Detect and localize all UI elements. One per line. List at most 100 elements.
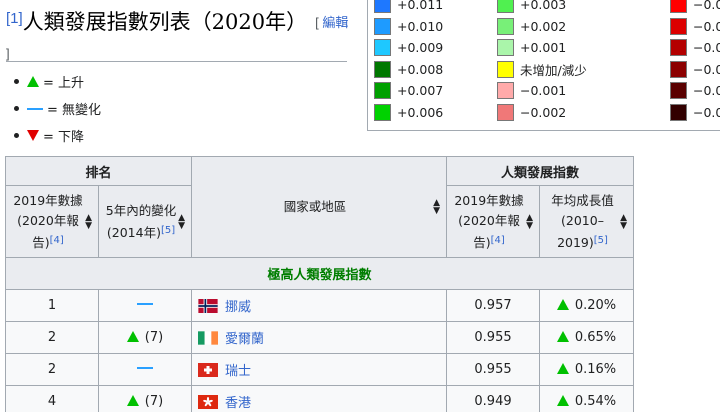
- country-cell: 香港: [191, 385, 447, 412]
- color-key-item: +0.006: [374, 102, 443, 124]
- growth-value: 0.16%: [574, 362, 617, 377]
- hdi-2019-header-label: 2019年數據(2020年報告): [454, 192, 524, 250]
- hdi-value-cell: 0.949: [446, 385, 540, 412]
- color-key-column-1: +0.011 +0.010 +0.009 +0.008 +0.007 +0.006: [374, 0, 443, 123]
- hdi-table: 排名 國家或地區 ▲ ▼ 人類發展指數 2019年數據(2020年報告)[4] ▲…: [5, 156, 634, 412]
- country-link[interactable]: 香港: [225, 396, 251, 411]
- color-swatch: [497, 103, 514, 121]
- color-key-label: −0.0: [693, 104, 720, 120]
- norway-flag-icon: [198, 299, 218, 313]
- country-cell: 瑞士: [191, 353, 447, 386]
- up-triangle-icon: [126, 331, 139, 342]
- dash-icon: [137, 303, 153, 305]
- growth-cell: 0.65%: [539, 321, 634, 354]
- page: [1]人類發展指數列表（2020年）[ 編輯 ] = 上升 = 無變化 = 下降…: [0, 0, 720, 412]
- rank-cell: 1: [5, 289, 99, 322]
- table-row: 2 瑞士 0.955 0.16%: [5, 353, 634, 386]
- color-key-item: −0.0: [670, 80, 720, 102]
- rank-2019-header-label: 2019年數據(2020年報告): [13, 192, 83, 250]
- sort-icon: ▲ ▼: [620, 212, 627, 231]
- heading-reference-link[interactable]: [1]: [6, 10, 23, 27]
- color-swatch: [670, 0, 687, 14]
- growth-cell: 0.54%: [539, 385, 634, 412]
- ref-link[interactable]: [5]: [161, 225, 175, 236]
- color-key-item: +0.003: [497, 0, 587, 16]
- legend-label: = 上升: [43, 76, 85, 91]
- rank-cell: 2: [5, 321, 99, 354]
- color-swatch: [497, 82, 514, 100]
- color-swatch: [497, 39, 514, 57]
- bullet: [14, 79, 19, 84]
- color-key-item: −0.0: [670, 0, 720, 16]
- rank-change-cell: (7): [98, 385, 192, 412]
- legend-label: = 下降: [43, 130, 85, 145]
- color-key-label: −0.0: [693, 0, 720, 13]
- legend-item-down: = 下降: [14, 122, 101, 149]
- growth-header[interactable]: 年均成長值(2010–2019)[5] ▲ ▼: [539, 185, 634, 258]
- ireland-flag-icon: [198, 331, 218, 345]
- color-key-item: −0.0: [670, 16, 720, 38]
- category-row: 極高人類發展指數: [5, 257, 634, 290]
- color-swatch: [374, 82, 391, 100]
- country-header[interactable]: 國家或地區 ▲ ▼: [191, 156, 447, 258]
- rank-2019-header[interactable]: 2019年數據(2020年報告)[4] ▲ ▼: [5, 185, 99, 258]
- color-key-item: +0.010: [374, 16, 443, 38]
- color-key-label: +0.003: [520, 0, 567, 13]
- color-key-label: +0.001: [520, 40, 567, 56]
- up-triangle-icon: [556, 395, 569, 406]
- color-swatch: [670, 82, 687, 100]
- growth-value: 0.20%: [574, 298, 617, 313]
- rank-change-cell: (7): [98, 321, 192, 354]
- section-title: 人類發展指數列表（2020年）: [22, 10, 308, 34]
- change-legend: = 上升 = 無變化 = 下降: [14, 68, 101, 149]
- ref-link[interactable]: [4]: [50, 235, 64, 246]
- country-link[interactable]: 瑞士: [225, 364, 251, 379]
- color-key-column-2: +0.003 +0.002 +0.001 未增加/減少 −0.001 −0.002: [497, 0, 587, 123]
- rank-cell: 2: [5, 353, 99, 386]
- rank-change-header[interactable]: 5年內的變化(2014年)[5] ▲ ▼: [98, 185, 192, 258]
- color-swatch: [670, 60, 687, 78]
- table-row: 2 (7) 愛爾蘭 0.955 0.65%: [5, 321, 634, 354]
- color-key-label: −0.002: [520, 104, 567, 120]
- country-header-label: 國家或地區: [283, 199, 347, 214]
- color-key-label: −0.0: [693, 18, 720, 34]
- hdi-value-cell: 0.957: [446, 289, 540, 322]
- color-swatch: [670, 39, 687, 57]
- edit-bracket-close: ]: [6, 46, 10, 61]
- ref-link[interactable]: [5]: [594, 235, 608, 246]
- color-key-label: +0.011: [397, 0, 444, 13]
- country-cell: 愛爾蘭: [191, 321, 447, 354]
- up-triangle-icon: [556, 299, 569, 310]
- color-key-item: −0.001: [497, 80, 587, 102]
- rank-group-header: 排名: [5, 156, 192, 186]
- color-swatch: [497, 17, 514, 35]
- color-key-label: +0.007: [397, 83, 444, 99]
- color-key-box: +0.011 +0.010 +0.009 +0.008 +0.007 +0.006 +0.…: [367, 0, 720, 131]
- color-key-item: −0.0: [670, 59, 720, 81]
- edit-link[interactable]: 編輯: [322, 15, 348, 30]
- hdi-2019-header[interactable]: 2019年數據(2020年報告)[4] ▲ ▼: [446, 185, 540, 258]
- color-key-label: 未增加/減少: [520, 62, 587, 78]
- color-swatch: [670, 103, 687, 121]
- legend-label: = 無變化: [47, 103, 102, 118]
- color-swatch: [374, 60, 391, 78]
- country-link[interactable]: 挪威: [225, 300, 251, 315]
- color-swatch: [670, 17, 687, 35]
- color-key-item: +0.001: [497, 37, 587, 59]
- color-key-column-3: −0.0 −0.0 −0.0 −0.0 −0.0 −0.0: [670, 0, 720, 123]
- color-key-label: +0.002: [520, 18, 567, 34]
- color-key-label: +0.009: [397, 40, 444, 56]
- color-key-label: +0.010: [397, 18, 444, 34]
- hdi-value-cell: 0.955: [446, 321, 540, 354]
- up-triangle-icon: [126, 395, 139, 406]
- ref-link[interactable]: [4]: [491, 235, 505, 246]
- dash-icon: [137, 367, 153, 369]
- color-key-label: +0.006: [397, 104, 444, 120]
- hdi-value-cell: 0.955: [446, 353, 540, 386]
- color-key-item: −0.0: [670, 102, 720, 124]
- rank-change-cell: [98, 289, 192, 322]
- country-link[interactable]: 愛爾蘭: [225, 332, 264, 347]
- sort-icon: ▲ ▼: [85, 212, 92, 231]
- down-triangle-icon: [27, 130, 39, 141]
- growth-value: 0.65%: [574, 330, 617, 345]
